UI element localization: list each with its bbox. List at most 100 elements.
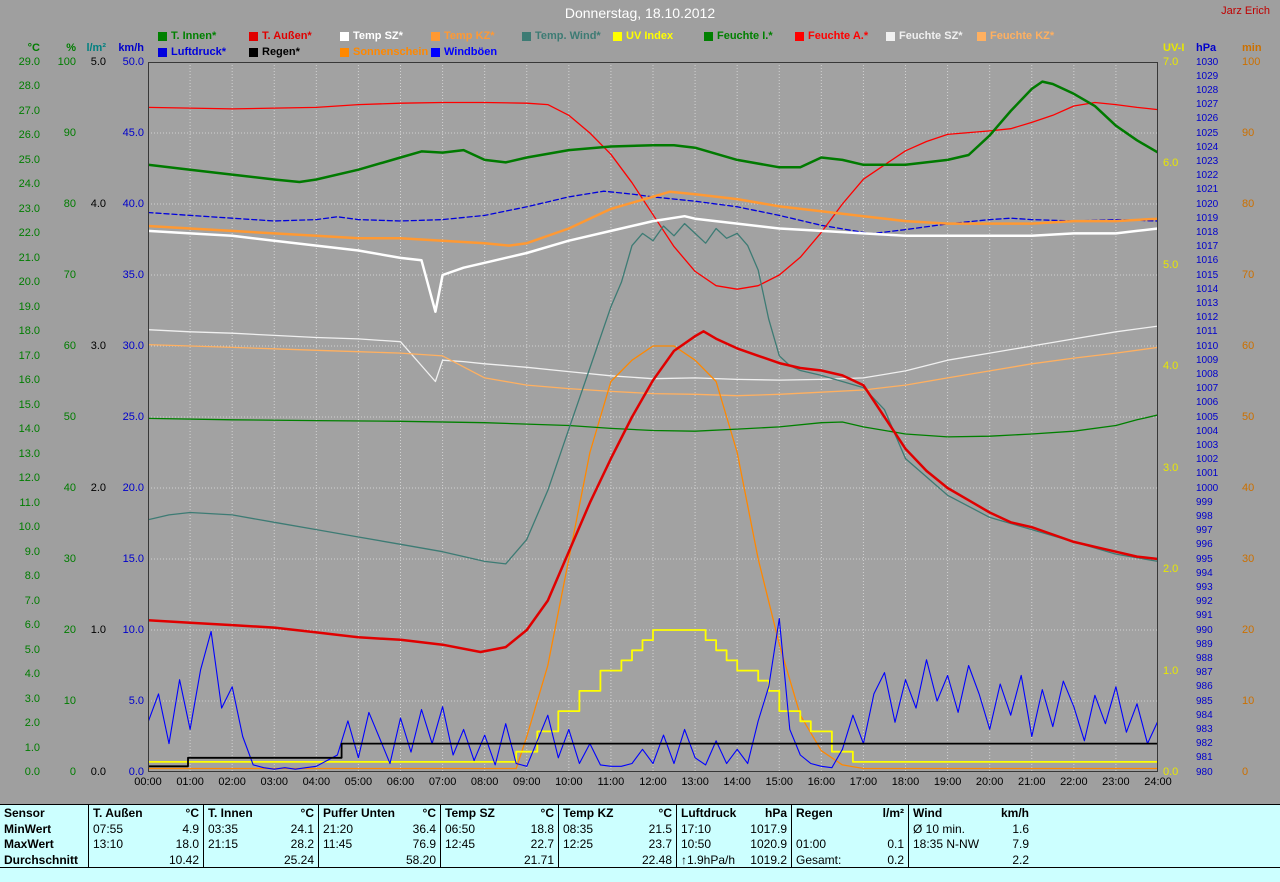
axis-tick-hpa: 984: [1196, 710, 1228, 721]
table-row: Gesamt:0.2: [792, 852, 908, 868]
table-row: 13:1018.0: [89, 837, 203, 853]
axis-tick-hpa: 1012: [1196, 312, 1228, 323]
table-row: Windkm/h: [909, 805, 1033, 821]
x-axis-tick: 20:00: [970, 776, 1010, 788]
x-axis-tick: 15:00: [759, 776, 799, 788]
axis-tick-hpa: 996: [1196, 539, 1228, 550]
stats-max-value: 0.1: [887, 837, 904, 851]
x-axis-tick: 24:00: [1138, 776, 1178, 788]
axis-tick-uv: 6.0: [1163, 157, 1195, 169]
x-axis-tick: 14:00: [717, 776, 757, 788]
axis-tick-kmh: 10.0: [106, 624, 144, 636]
axis-tick-kmh: 5.0: [106, 695, 144, 707]
axis-tick-uv: 5.0: [1163, 259, 1195, 271]
axis-tick-hpa: 983: [1196, 724, 1228, 735]
axis-tick-hpa: 1003: [1196, 440, 1228, 451]
table-row: 21:1528.2: [204, 837, 318, 853]
axis-tick-c: 25.0: [4, 154, 40, 166]
stats-col-header: T. Innen: [208, 806, 253, 820]
axis-tick-hpa: 1001: [1196, 468, 1228, 479]
stats-col-header: Luftdruck: [681, 806, 736, 820]
stats-col-header: Wind: [913, 806, 942, 820]
stats-table: Sensor MinWert MaxWert Durchschnitt T. A…: [0, 804, 1280, 882]
x-axis-tick: 21:00: [1012, 776, 1052, 788]
table-row: 17:101017.9: [677, 821, 791, 837]
legend-item-temp-wind: Temp. Wind*: [522, 30, 613, 42]
stats-col-t-innen: T. Innen°C 03:3524.1 21:1528.2 25.24: [203, 805, 318, 868]
axis-tick-c: 9.0: [4, 546, 40, 558]
axis-tick-hpa: 1020: [1196, 199, 1228, 210]
stats-col-header: Regen: [796, 806, 833, 820]
axis-tick-hpa: 997: [1196, 525, 1228, 536]
axis-tick-c: 7.0: [4, 595, 40, 607]
legend-swatch-feuchte-sz: [886, 32, 895, 41]
axis-tick-c: 28.0: [4, 80, 40, 92]
axis-tick-hpa: 989: [1196, 639, 1228, 650]
stats-min-value: 36.4: [413, 822, 436, 836]
stats-row-label: MaxWert: [4, 837, 54, 851]
legend-swatch-temp-wind: [522, 32, 531, 41]
axis-tick-pct: 90: [46, 127, 76, 139]
stats-row-label: Durchschnitt: [4, 853, 78, 867]
weather-station-app: Donnerstag, 18.10.2012 Jarz Erich T. Inn…: [0, 0, 1280, 881]
axis-tick-c: 5.0: [4, 644, 40, 656]
axis-tick-c: 21.0: [4, 252, 40, 264]
axis-tick-hpa: 1030: [1196, 57, 1228, 68]
x-axis-tick: 04:00: [296, 776, 336, 788]
stats-max-value: 23.7: [649, 837, 672, 851]
stats-min-time: 07:55: [93, 822, 123, 836]
table-row: LuftdruckhPa: [677, 805, 791, 821]
axis-tick-c: 23.0: [4, 203, 40, 215]
table-row: 12:4522.7: [441, 837, 558, 853]
legend-swatch-t-innen: [158, 32, 167, 41]
x-axis-tick: 16:00: [801, 776, 841, 788]
axis-tick-hpa: 1028: [1196, 85, 1228, 96]
axis-tick-kmh: 25.0: [106, 411, 144, 423]
stats-max-time: 01:00: [796, 837, 826, 851]
stats-col-temp-sz: Temp SZ°C 06:5018.8 12:4522.7 21.71: [440, 805, 558, 868]
stats-col-header: Temp KZ: [563, 806, 613, 820]
axis-tick-c: 29.0: [4, 56, 40, 68]
stats-col-t-aussen: T. Außen°C 07:554.9 13:1018.0 10.42: [88, 805, 203, 868]
x-axis-tick: 07:00: [423, 776, 463, 788]
axis-tick-lm2: 2.0: [80, 482, 106, 494]
axis-tick-hpa: 1018: [1196, 227, 1228, 238]
stats-col-empty: [1033, 805, 1280, 868]
axis-tick-min: 80: [1242, 198, 1272, 210]
stats-col-unit: °C: [541, 806, 554, 820]
table-row: Regenl/m²: [792, 805, 908, 821]
legend-swatch-temp-sz: [340, 32, 349, 41]
table-row: 12:2523.7: [559, 837, 676, 853]
axis-tick-hpa: 1026: [1196, 113, 1228, 124]
axis-tick-c: 26.0: [4, 129, 40, 141]
stats-min-value: 21.5: [649, 822, 672, 836]
legend-label: Feuchte I.*: [717, 30, 773, 42]
axis-tick-lm2: 5.0: [80, 56, 106, 68]
axis-tick-c: 12.0: [4, 472, 40, 484]
table-row: [792, 821, 908, 837]
stats-avg-label: ↑1.9hPa/h: [681, 853, 735, 867]
table-row: 07:554.9: [89, 821, 203, 837]
x-axis-tick: 23:00: [1096, 776, 1136, 788]
legend-swatch-regen: [249, 48, 258, 57]
axis-tick-c: 3.0: [4, 693, 40, 705]
stats-min-time: 03:35: [208, 822, 238, 836]
legend-item-luftdruck: Luftdruck*: [158, 46, 249, 58]
stats-avg-value: 22.48: [642, 853, 672, 867]
legend-label: Windböen: [444, 46, 497, 58]
axis-tick-uv: 1.0: [1163, 665, 1195, 677]
table-row: 2.2: [909, 852, 1033, 868]
axis-tick-c: 6.0: [4, 619, 40, 631]
axis-tick-c: 13.0: [4, 448, 40, 460]
legend-item-uv-index: UV Index: [613, 30, 704, 42]
legend-item-sonnenschein: Sonnenschein: [340, 46, 431, 58]
stats-max-value: 22.7: [531, 837, 554, 851]
legend-item-temp-sz: Temp SZ*: [340, 30, 431, 42]
axis-tick-hpa: 1010: [1196, 341, 1228, 352]
stats-max-value: 76.9: [413, 837, 436, 851]
x-axis-tick: 09:00: [507, 776, 547, 788]
stats-col-regen: Regenl/m² 01:00 0.1 Gesamt:0.2: [791, 805, 908, 868]
stats-max-value: 18.0: [176, 837, 199, 851]
legend-swatch-sonnenschein: [340, 48, 349, 57]
stats-max-time: 11:45: [323, 837, 352, 851]
